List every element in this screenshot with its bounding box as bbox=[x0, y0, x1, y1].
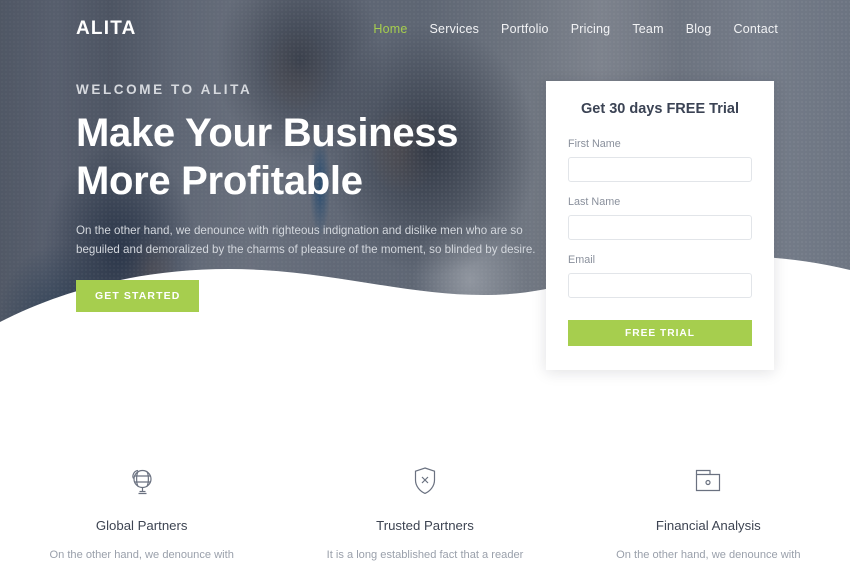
nav-item-portfolio[interactable]: Portfolio bbox=[501, 22, 549, 36]
email-input[interactable] bbox=[568, 273, 752, 298]
feature-card-financial-analysis: Financial Analysis On the other hand, we… bbox=[567, 462, 850, 568]
landing-page: ALITA Home Services Portfolio Pricing Te… bbox=[0, 0, 850, 568]
nav-item-services[interactable]: Services bbox=[430, 22, 480, 36]
nav-item-blog[interactable]: Blog bbox=[686, 22, 712, 36]
first-name-input[interactable] bbox=[568, 157, 752, 182]
nav-item-home[interactable]: Home bbox=[373, 22, 407, 36]
feature-title: Financial Analysis bbox=[655, 518, 761, 533]
feature-card-global-partners: Global Partners On the other hand, we de… bbox=[0, 462, 283, 568]
view-more-button[interactable]: VIEW MORE › bbox=[213, 280, 332, 312]
free-trial-card: Get 30 days FREE Trial First Name Last N… bbox=[546, 81, 774, 370]
chevron-right-icon: › bbox=[309, 290, 314, 302]
email-label: Email bbox=[568, 254, 595, 266]
globe-icon bbox=[36, 462, 247, 500]
feature-title: Global Partners bbox=[95, 518, 188, 533]
feature-title: Trusted Partners bbox=[376, 518, 474, 533]
features-section: Global Partners On the other hand, we de… bbox=[0, 462, 850, 568]
shield-x-icon bbox=[319, 462, 530, 500]
free-trial-title: Get 30 days FREE Trial bbox=[581, 101, 739, 117]
first-name-field-group: First Name bbox=[568, 138, 752, 182]
last-name-input[interactable] bbox=[568, 215, 752, 240]
nav-menu: Home Services Portfolio Pricing Team Blo… bbox=[373, 22, 778, 36]
nav-item-pricing[interactable]: Pricing bbox=[571, 22, 611, 36]
hero-subtext: On the other hand, we denounce with righ… bbox=[76, 224, 536, 256]
feature-text: It is a long established fact that a rea… bbox=[326, 549, 524, 561]
email-field-group: Email bbox=[568, 254, 752, 298]
get-started-button[interactable]: GET STARTED bbox=[76, 280, 200, 312]
first-name-label: First Name bbox=[568, 138, 621, 150]
nav-item-team[interactable]: Team bbox=[632, 22, 663, 36]
last-name-label: Last Name bbox=[568, 196, 621, 208]
hero-button-row: GET STARTED VIEW MORE › bbox=[76, 280, 546, 312]
view-more-label: VIEW MORE bbox=[231, 290, 303, 302]
feature-text: On the other hand, we denounce with righ… bbox=[616, 549, 801, 561]
nav-item-contact[interactable]: Contact bbox=[734, 22, 778, 36]
hero-content: WELCOME TO ALITA Make Your Business More… bbox=[76, 82, 546, 312]
feature-card-trusted-partners: Trusted Partners It is a long establishe… bbox=[283, 462, 566, 568]
wallet-icon bbox=[603, 462, 814, 500]
site-logo[interactable]: ALITA bbox=[76, 18, 137, 40]
last-name-field-group: Last Name bbox=[568, 196, 752, 240]
feature-text: On the other hand, we denounce with righ… bbox=[49, 549, 234, 561]
hero-eyebrow: WELCOME TO ALITA bbox=[76, 82, 253, 97]
top-navigation-bar: ALITA Home Services Portfolio Pricing Te… bbox=[0, 0, 850, 57]
hero-headline: Make Your Business More Profitable bbox=[76, 111, 459, 203]
free-trial-submit-button[interactable]: FREE TRIAL bbox=[568, 320, 752, 346]
